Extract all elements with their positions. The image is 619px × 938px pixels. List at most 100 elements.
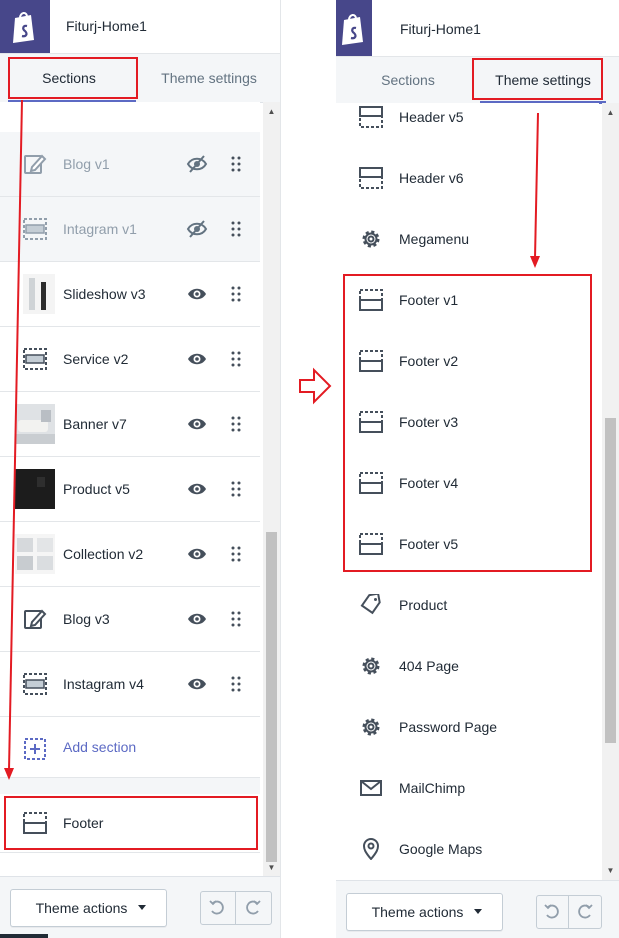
scrollbar[interactable]: ▲ ▼: [602, 103, 619, 881]
right-arrow-icon: [299, 367, 332, 405]
redo-icon[interactable]: [244, 899, 262, 917]
settings-item-google-maps[interactable]: Google Maps: [336, 819, 599, 881]
section-row-collection-v2[interactable]: Collection v2: [0, 522, 260, 587]
bottom-bar: Theme actions: [336, 880, 619, 938]
section-layout-icon: [23, 673, 47, 695]
scroll-thumb[interactable]: [605, 418, 616, 743]
settings-item-mailchimp[interactable]: MailChimp: [336, 758, 599, 820]
section-label: Blog v3: [63, 611, 110, 627]
shopify-logo[interactable]: [336, 0, 372, 56]
redo-icon[interactable]: [576, 903, 594, 921]
section-label: Slideshow v3: [63, 286, 146, 302]
section-row-intagram-v1[interactable]: Intagram v1: [0, 197, 260, 262]
highlight-footer-options: [343, 274, 592, 572]
section-label: Product v5: [63, 481, 130, 497]
top-bar: Fiturj-Home1: [0, 0, 280, 54]
sections-list: Blog v1 Intagram v1 Slideshow v3 Service…: [0, 102, 260, 878]
settings-item-header-v6[interactable]: Header v6: [336, 148, 599, 210]
settings-item-label: Password Page: [399, 719, 498, 735]
button-divider: [568, 896, 569, 928]
product-thumbnail: [15, 469, 55, 509]
undo-icon[interactable]: [543, 903, 561, 921]
section-row-service-v2[interactable]: Service v2: [0, 327, 260, 392]
settings-item-product[interactable]: Product: [336, 575, 599, 637]
eye-icon[interactable]: [186, 543, 208, 565]
drag-handle-icon[interactable]: [231, 611, 241, 627]
section-divider: [0, 778, 260, 794]
drag-handle-icon[interactable]: [231, 156, 241, 172]
drag-handle-icon[interactable]: [231, 546, 241, 562]
highlight-footer-row: [4, 796, 258, 850]
undo-redo-group: [200, 891, 272, 925]
scrollbar[interactable]: ▲ ▼: [263, 102, 280, 878]
button-divider: [235, 892, 236, 924]
highlight-sections-tab: [8, 57, 138, 99]
eye-icon[interactable]: [186, 673, 208, 695]
list-item-partial[interactable]: [0, 102, 260, 133]
section-label: Collection v2: [63, 546, 144, 562]
blog-icon: [24, 154, 47, 174]
scroll-down-arrow[interactable]: ▼: [602, 863, 619, 879]
settings-item-megamenu[interactable]: Megamenu: [336, 209, 599, 271]
section-row-product-v5[interactable]: Product v5: [0, 457, 260, 522]
shopify-logo[interactable]: [0, 0, 50, 53]
theme-actions-button[interactable]: Theme actions: [10, 889, 167, 927]
drag-handle-icon[interactable]: [231, 221, 241, 237]
section-row-instagram-v4[interactable]: Instagram v4: [0, 652, 260, 717]
section-row-blog-v1[interactable]: Blog v1: [0, 132, 260, 197]
add-section-row[interactable]: Add section: [0, 717, 260, 778]
settings-item-password-page[interactable]: Password Page: [336, 697, 599, 759]
scroll-up-arrow[interactable]: ▲: [602, 105, 619, 121]
eye-icon[interactable]: [186, 348, 208, 370]
eye-icon[interactable]: [186, 608, 208, 630]
drag-handle-icon[interactable]: [231, 676, 241, 692]
drag-handle-icon[interactable]: [231, 416, 241, 432]
eye-icon[interactable]: [186, 413, 208, 435]
theme-actions-button[interactable]: Theme actions: [346, 893, 503, 931]
settings-item-label: Megamenu: [399, 231, 470, 247]
map-pin-icon: [362, 838, 380, 860]
top-bar: Fiturj-Home1: [336, 0, 619, 57]
gear-icon: [362, 718, 380, 736]
caret-down-icon: [474, 909, 482, 914]
add-section-link: Add section: [63, 739, 137, 755]
section-layout-icon: [23, 218, 47, 240]
drag-handle-icon[interactable]: [231, 351, 241, 367]
section-label: Instagram v4: [63, 676, 144, 692]
edge-mark: [0, 934, 48, 938]
section-label: Service v2: [63, 351, 129, 367]
eye-icon[interactable]: [186, 478, 208, 500]
undo-icon[interactable]: [208, 899, 226, 917]
store-name: Fiturj-Home1: [400, 21, 481, 37]
scroll-thumb[interactable]: [266, 532, 277, 862]
scroll-down-arrow[interactable]: ▼: [263, 860, 280, 876]
eye-icon[interactable]: [186, 283, 208, 305]
shopify-bag-icon: [13, 12, 34, 43]
tab-sections[interactable]: Sections: [336, 57, 480, 103]
mail-icon: [360, 780, 382, 796]
section-row-blog-v3[interactable]: Blog v3: [0, 587, 260, 652]
section-row-banner-v7[interactable]: Banner v7: [0, 392, 260, 457]
settings-item-label: Header v5: [399, 109, 464, 125]
settings-item-404-page[interactable]: 404 Page: [336, 636, 599, 698]
drag-handle-icon[interactable]: [231, 481, 241, 497]
drag-handle-icon[interactable]: [231, 286, 241, 302]
section-label: Banner v7: [63, 416, 127, 432]
settings-item-label: MailChimp: [399, 780, 466, 796]
slideshow-thumbnail: [23, 274, 55, 314]
gear-icon: [362, 230, 380, 248]
eye-hidden-icon[interactable]: [186, 153, 208, 175]
add-section-icon: [24, 738, 46, 760]
settings-item-label: Product: [399, 597, 448, 613]
settings-item-label: Google Maps: [399, 841, 483, 857]
section-layout-icon: [359, 106, 383, 128]
eye-hidden-icon[interactable]: [186, 218, 208, 240]
collection-thumbnail: [15, 534, 55, 574]
settings-item-header-v5[interactable]: Header v5: [336, 103, 599, 149]
section-layout-icon: [359, 167, 383, 189]
scroll-up-arrow[interactable]: ▲: [263, 104, 280, 120]
section-row-slideshow-v3[interactable]: Slideshow v3: [0, 262, 260, 327]
undo-redo-group: [536, 895, 602, 929]
tab-theme-settings[interactable]: Theme settings: [138, 54, 280, 102]
tag-icon: [360, 594, 381, 615]
